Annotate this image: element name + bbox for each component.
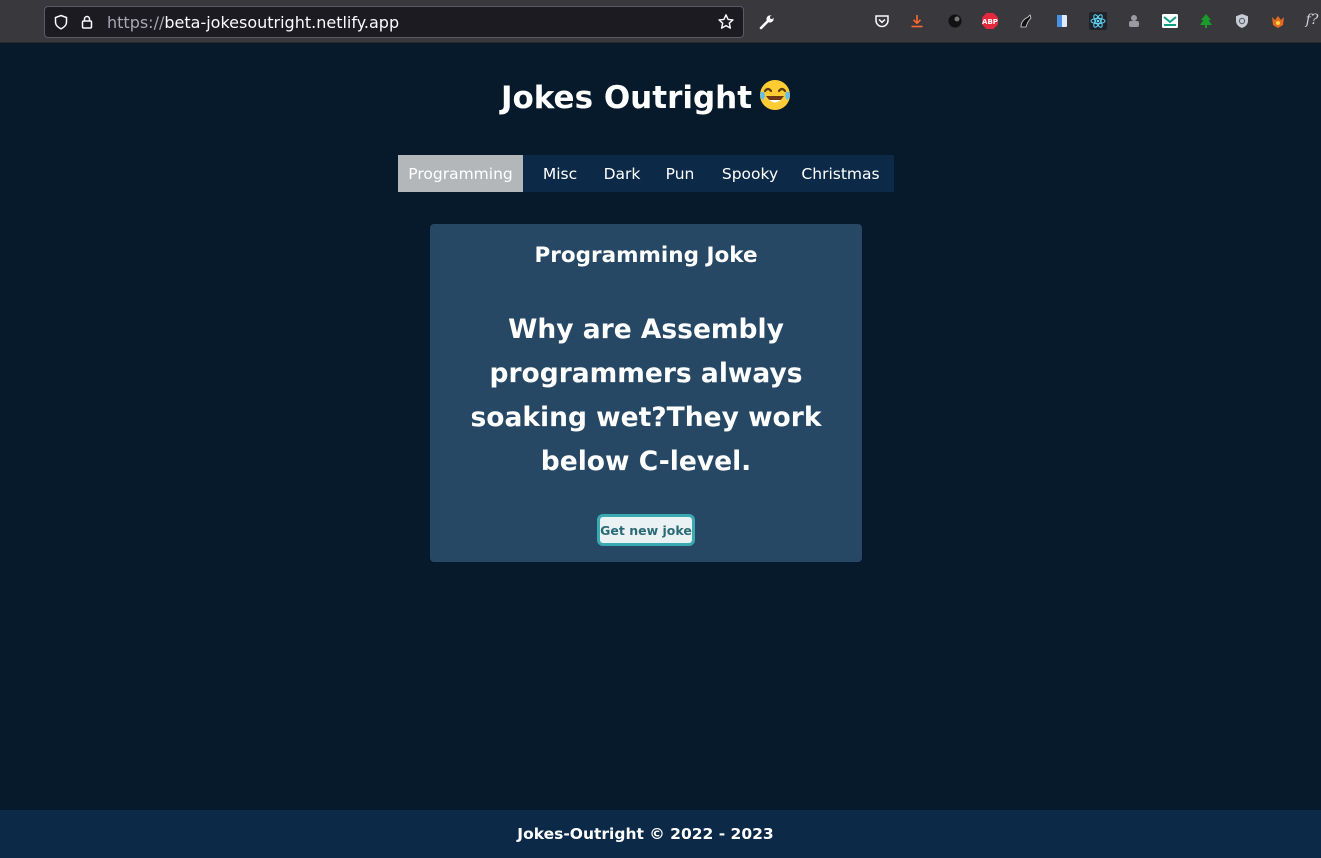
shield-icon[interactable] [53,14,69,30]
tab-misc[interactable]: Misc [523,155,597,192]
url-text[interactable]: https://beta-jokesoutright.netlify.app [107,13,399,32]
adblock-plus-icon[interactable]: ABP [981,12,999,30]
browser-toolbar: https://beta-jokesoutright.netlify.app A… [0,0,1321,43]
ext-function-icon[interactable]: f? [1303,11,1321,29]
ext-dark-icon[interactable] [946,12,964,30]
footer-copyright: Jokes-Outright © 2022 - 2023 [517,825,774,843]
tab-dark[interactable]: Dark [597,155,647,192]
wrench-icon[interactable] [758,13,776,31]
joke-text: Why are Assembly programmers always soak… [470,314,822,477]
abp-label: ABP [982,18,998,26]
bookmark-star-icon[interactable] [717,13,735,31]
site-title: Jokes Outright [0,78,1293,116]
url-host: beta-jokesoutright.netlify.app [164,13,400,32]
address-bar[interactable]: https://beta-jokesoutright.netlify.app [44,6,744,38]
tab-christmas[interactable]: Christmas [787,155,894,192]
joke-card-title: Programming Joke [534,243,758,268]
ext-tree-icon[interactable] [1197,12,1215,30]
ext-book-icon[interactable] [1053,12,1071,30]
pocket-icon[interactable] [873,12,891,30]
ext-shield-icon[interactable] [1233,12,1251,30]
footer: Jokes-Outright © 2022 - 2023 [0,810,1321,858]
download-icon[interactable] [908,12,926,30]
lock-icon[interactable] [79,14,95,30]
category-nav: Programming Misc Dark Pun Spooky Christm… [398,155,894,192]
get-new-joke-button[interactable]: Get new joke [597,514,695,546]
url-scheme: https:// [107,13,165,32]
tears-of-joy-emoji-icon [758,78,792,112]
site-title-text: Jokes Outright [500,80,753,116]
ext-fox-icon[interactable] [1269,12,1287,30]
tab-programming[interactable]: Programming [398,155,523,192]
joke-card: Programming Joke Why are Assembly progra… [430,224,862,562]
ext-mail-icon[interactable] [1161,12,1179,30]
tab-spooky[interactable]: Spooky [713,155,787,192]
tab-pun[interactable]: Pun [647,155,713,192]
ext-puzzle-icon[interactable] [1125,12,1143,30]
react-devtools-icon[interactable] [1089,12,1107,30]
ext-paw-icon[interactable] [1017,12,1035,30]
